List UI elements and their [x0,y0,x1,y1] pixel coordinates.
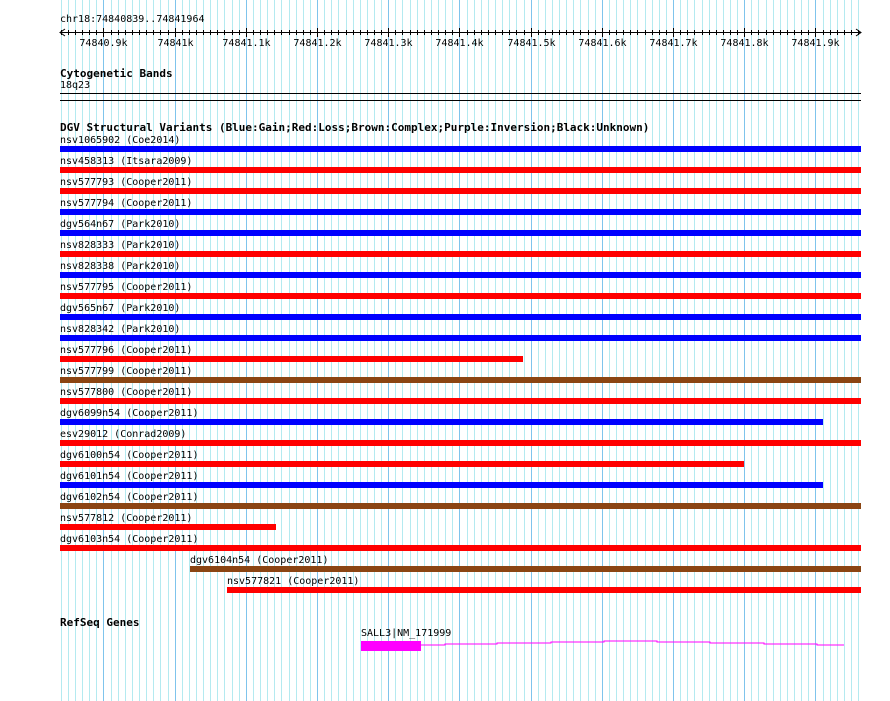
variant-label[interactable]: dgv565n67 (Park2010) [60,303,180,314]
variant-label[interactable]: nsv577799 (Cooper2011) [60,366,192,377]
variant-label[interactable]: nsv577821 (Cooper2011) [227,576,359,587]
ruler-tick-label: 74841.3k [364,38,412,49]
variant-bar-complex[interactable] [60,377,861,383]
ruler-tick-label: 74841k [157,38,193,49]
variant-bar-loss[interactable] [60,356,523,362]
variant-bar-gain[interactable] [60,272,861,278]
variant-label[interactable]: dgv6103n54 (Cooper2011) [60,534,198,545]
variant-bar-gain[interactable] [60,482,823,488]
variant-bar-loss[interactable] [60,545,861,551]
cytoband-line-bottom [60,100,861,101]
genome-browser-panel: chr18:74840839..74841964 74840.9k 74841k 7… [0,0,890,701]
variant-label[interactable]: nsv828333 (Park2010) [60,240,180,251]
cytoband-track-title: Cytogenetic Bands [60,67,173,80]
variant-label[interactable]: nsv1065902 (Coe2014) [60,135,180,146]
variant-bar-loss[interactable] [60,461,744,467]
variant-bar-gain[interactable] [60,230,861,236]
variant-label[interactable]: nsv577794 (Cooper2011) [60,198,192,209]
ruler-tick-label: 74841.5k [507,38,555,49]
variant-bar-loss[interactable] [60,293,861,299]
variant-bar-gain[interactable] [60,209,861,215]
variant-label[interactable]: dgv6101n54 (Cooper2011) [60,471,198,482]
refseq-track-title: RefSeq Genes [60,616,140,629]
variant-bar-loss[interactable] [60,188,861,194]
variant-bar-complex[interactable] [190,566,861,572]
variant-bar-loss[interactable] [60,398,861,404]
ruler-tick-label: 74841.1k [222,38,270,49]
variant-label[interactable]: nsv577812 (Cooper2011) [60,513,192,524]
ruler-tick-label: 74841.4k [435,38,483,49]
variant-label[interactable]: nsv828342 (Park2010) [60,324,180,335]
variant-bar-gain[interactable] [60,314,861,320]
variant-label[interactable]: nsv458313 (Itsara2009) [60,156,192,167]
variant-label[interactable]: dgv6099n54 (Cooper2011) [60,408,198,419]
variant-label[interactable]: dgv6104n54 (Cooper2011) [190,555,328,566]
ruler-tick-label: 74841.9k [791,38,839,49]
ruler-scale[interactable]: 74840.9k 74841k 74841.1k 74841.2k 74841.3k 74… [0,24,890,50]
gene-model-sall3[interactable] [0,630,890,660]
dgv-track-title: DGV Structural Variants (Blue:Gain;Red:L… [60,121,650,134]
gene-intron-line [421,640,844,646]
variant-bar-gain[interactable] [60,335,861,341]
variant-bar-loss[interactable] [227,587,861,593]
variant-label[interactable]: nsv577793 (Cooper2011) [60,177,192,188]
variant-label[interactable]: dgv6102n54 (Cooper2011) [60,492,198,503]
variant-label[interactable]: dgv564n67 (Park2010) [60,219,180,230]
cytoband-line-top [60,93,861,94]
variant-bar-gain[interactable] [60,419,823,425]
variant-bar-gain[interactable] [60,146,861,152]
variant-bar-loss[interactable] [60,440,861,446]
variant-bar-loss[interactable] [60,251,861,257]
variant-label[interactable]: nsv577796 (Cooper2011) [60,345,192,356]
variant-bar-loss[interactable] [60,524,276,530]
ruler-tick-label: 74840.9k [79,38,127,49]
cytoband-label[interactable]: 18q23 [60,80,90,91]
variant-label[interactable]: dgv6100n54 (Cooper2011) [60,450,198,461]
variant-bar-loss[interactable] [60,167,861,173]
gene-exon[interactable] [361,641,421,651]
variant-label[interactable]: nsv577795 (Cooper2011) [60,282,192,293]
variant-label[interactable]: esv29012 (Conrad2009) [60,429,186,440]
ruler-tick-label: 74841.2k [293,38,341,49]
ruler-tick-label: 74841.6k [578,38,626,49]
ruler-tick-label: 74841.7k [649,38,697,49]
variant-label[interactable]: nsv828338 (Park2010) [60,261,180,272]
variant-label[interactable]: nsv577800 (Cooper2011) [60,387,192,398]
variant-bar-complex[interactable] [60,503,861,509]
ruler-tick-label: 74841.8k [720,38,768,49]
